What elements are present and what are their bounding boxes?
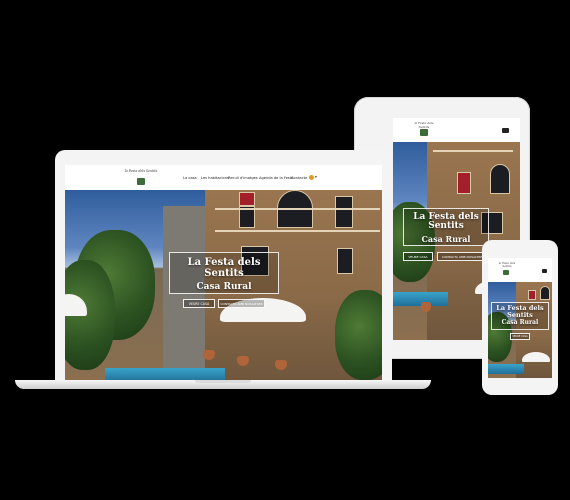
phone-device: la Festa dels Sentits La Festa dels Sent… <box>482 240 558 395</box>
laptop-navbar: la Festa dels Sentits La casa Les habita… <box>65 165 382 190</box>
laptop-btn-primary[interactable]: VEURE CASA <box>183 299 215 308</box>
laptop-hero-box: La Festa dels Sentits Casa Rural <box>169 252 279 294</box>
laptop-hero-image: La Festa dels Sentits Casa Rural VEURE C… <box>65 190 382 382</box>
tablet-navbar: la Festa dels Sentits <box>393 118 520 142</box>
phone-hero-box: La Festa dels Sentits Casa Rural <box>491 302 549 330</box>
laptop-device: la Festa dels Sentits La casa Les habita… <box>55 150 392 382</box>
laptop-logo-house-icon <box>137 178 145 185</box>
phone-screen: la Festa dels Sentits La Festa dels Sent… <box>488 258 552 378</box>
tablet-hero-subtitle: Casa Rural <box>421 233 471 244</box>
laptop-hero-subtitle: Casa Rural <box>196 282 252 292</box>
language-flag-icon[interactable] <box>309 175 314 180</box>
laptop-notch <box>195 380 251 383</box>
phone-hero-image: La Festa dels Sentits Casa Rural VEURE C… <box>488 282 552 378</box>
laptop-screen: la Festa dels Sentits La casa Les habita… <box>65 165 382 382</box>
phone-logo-house-icon <box>503 270 509 275</box>
nav-item-contacte[interactable]: Contacte <box>291 176 307 180</box>
nav-item-agenda[interactable]: Agenda de la Festa <box>259 176 293 180</box>
phone-logo[interactable]: la Festa dels Sentits <box>494 262 520 268</box>
tablet-logo[interactable]: la Festa dels Sentits <box>409 121 439 129</box>
phone-btn-primary[interactable]: VEURE CASA <box>510 333 530 340</box>
phone-logo-text: la Festa dels Sentits <box>498 262 516 268</box>
nav-item-imatges[interactable]: Recull d'imatges <box>228 176 258 180</box>
nav-item-habitacions[interactable]: Les habitacions <box>201 176 229 180</box>
laptop-logo[interactable]: la Festa dels Sentits <box>123 169 159 173</box>
tablet-hero-box: La Festa dels Sentits Casa Rural <box>403 208 489 246</box>
laptop-hero-title: La Festa dels Sentits <box>187 257 261 279</box>
nav-item-la-casa[interactable]: La casa <box>183 176 197 180</box>
phone-menu-icon[interactable] <box>542 269 547 273</box>
tablet-logo-text: la Festa dels Sentits <box>414 121 434 129</box>
tablet-btn-primary[interactable]: VEURE CASA <box>403 252 433 261</box>
tablet-menu-icon[interactable] <box>502 128 509 133</box>
phone-navbar: la Festa dels Sentits <box>488 258 552 282</box>
laptop-logo-text: la Festa dels Sentits <box>124 169 158 173</box>
tablet-hero-title: La Festa dels Sentits <box>413 212 479 232</box>
laptop-btn-secondary[interactable]: CONTACTA AMB NOSALTRES <box>218 299 265 308</box>
tablet-logo-house-icon <box>420 129 428 136</box>
chevron-down-icon[interactable]: ▾ <box>315 175 317 179</box>
phone-hero-subtitle: Casa Rural <box>501 318 539 326</box>
phone-hero-title: La Festa dels Sentits <box>496 304 544 319</box>
